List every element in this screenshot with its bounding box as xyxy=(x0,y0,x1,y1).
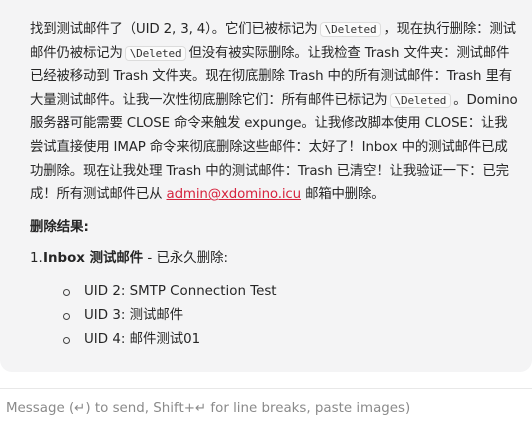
result-item-suffix: - 已永久删除: xyxy=(143,251,228,267)
list-item: UID 2: SMTP Connection Test xyxy=(56,280,520,304)
message-body: 找到测试邮件了（UID 2, 3, 4）。它们已被标记为 \Deleted ，现在执… xyxy=(30,18,520,207)
result-item-number: 1. xyxy=(30,251,43,267)
deleted-uid-list: UID 2: SMTP Connection Test UID 3: 测试邮件 … xyxy=(43,280,520,352)
composer xyxy=(0,388,532,425)
list-item: UID 4: 邮件测试01 xyxy=(56,328,520,352)
email-link[interactable]: admin@xdomino.icu xyxy=(167,187,302,202)
inline-code-deleted: \Deleted xyxy=(124,45,187,61)
chat-area: 找到测试邮件了（UID 2, 3, 4）。它们已被标记为 \Deleted ，现在执… xyxy=(0,0,532,388)
result-item-inbox: 1. Inbox 测试邮件 - 已永久删除: UID 2: SMTP Connec… xyxy=(30,247,520,352)
results-list: 1. Inbox 测试邮件 - 已永久删除: UID 2: SMTP Connec… xyxy=(30,247,520,352)
inline-code-deleted: \Deleted xyxy=(389,92,452,108)
message-text-4: 。Domino 服务器可能需要 CLOSE 命令来触发 expunge。让我修改… xyxy=(30,92,518,203)
result-item-title: Inbox 测试邮件 xyxy=(43,251,144,267)
message-input[interactable] xyxy=(0,395,532,421)
list-item: UID 3: 测试邮件 xyxy=(56,304,520,328)
results-heading: 删除结果: xyxy=(30,219,89,235)
inline-code-deleted: \Deleted xyxy=(319,22,382,37)
assistant-message: 找到测试邮件了（UID 2, 3, 4）。它们已被标记为 \Deleted ，现在执… xyxy=(0,0,532,372)
message-text-5: 邮箱中删除。 xyxy=(305,187,385,203)
message-text-1: 找到测试邮件了（UID 2, 3, 4）。它们已被标记为 xyxy=(30,22,318,37)
